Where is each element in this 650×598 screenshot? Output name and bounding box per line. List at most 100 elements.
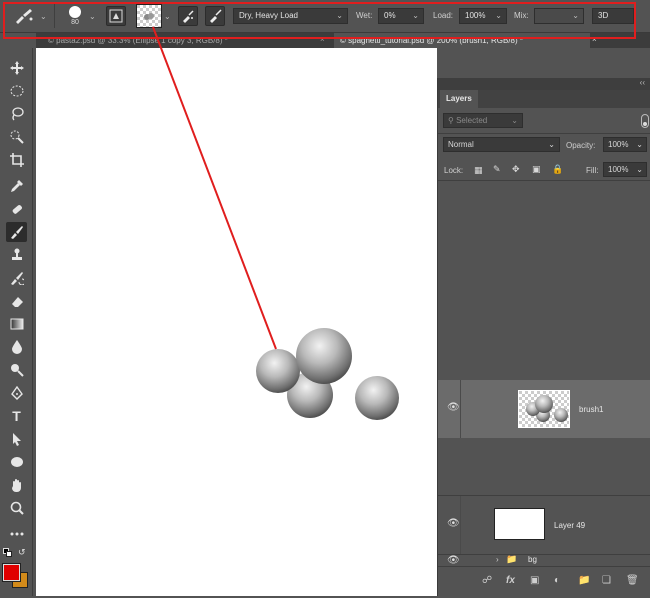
quick-selection-tool-icon[interactable] (6, 127, 27, 147)
layer-name-brush1: brush1 (579, 405, 604, 414)
current-brush-load-swatch[interactable] (136, 4, 162, 28)
move-tool-icon[interactable] (6, 58, 27, 78)
mixer-preset-value: Dry, Heavy Load (239, 11, 298, 20)
lock-artboard-icon[interactable]: ▣ (532, 164, 541, 175)
brush-panel-toggle-button[interactable] (106, 6, 126, 26)
lock-transparent-pixels-icon[interactable]: ▦ (474, 165, 483, 176)
layer-name-layer49: Layer 49 (554, 521, 586, 530)
tab-pasta2-label: © pasta2.psd @ 33.3% (Ellipse 1 copy 3, … (48, 36, 228, 45)
blend-mode-chevron-down-icon: ⌄ (548, 140, 555, 149)
mix-input: ⌄ (534, 8, 584, 24)
new-layer-icon[interactable]: ❏ (602, 575, 611, 586)
load-brush-after-stroke-button[interactable] (178, 6, 198, 26)
blur-tool-icon[interactable] (6, 337, 27, 357)
checkerboard-load-icon (137, 5, 161, 27)
lock-all-icon[interactable]: 🔒 (552, 164, 563, 175)
load-options-chevron-down-icon[interactable]: ⌄ (164, 12, 171, 21)
blend-mode-select[interactable]: Normal ⌄ (443, 137, 560, 152)
eraser-tool-icon[interactable] (6, 291, 27, 311)
brush-tip-icon (69, 6, 81, 18)
lock-image-pixels-icon[interactable]: ✎ (493, 164, 501, 175)
tab-spaghetti-tutorial[interactable]: © spaghetti_tutorial.psd @ 200% (brush1,… (334, 33, 590, 48)
type-tool-icon[interactable]: T (6, 406, 27, 426)
sphere-top (296, 328, 352, 384)
mixer-brush-tool-icon[interactable] (8, 6, 40, 26)
wet-input[interactable]: 0% ⌄ (378, 8, 424, 24)
layer-visibility-eye-icon[interactable]: 👁 (447, 555, 460, 566)
mixer-brush-tool-active-icon[interactable] (6, 222, 27, 242)
healing-brush-tool-icon[interactable] (6, 199, 27, 219)
hand-tool-icon[interactable] (6, 475, 27, 495)
fill-chevron-down-icon: ⌄ (636, 165, 643, 174)
new-group-icon[interactable]: 📁 (578, 575, 590, 586)
tab-spaghetti-close-icon[interactable]: × (592, 35, 597, 44)
wet-chevron-down-icon: ⌄ (412, 11, 419, 20)
opacity-input[interactable]: 100% ⌄ (603, 137, 647, 152)
load-label: Load: (433, 11, 454, 20)
layers-panel-header: ‹‹ (438, 78, 650, 90)
tab-layers[interactable]: Layers (440, 90, 478, 108)
layer-filter-select[interactable]: ⚲ Selected ⌄ (443, 113, 523, 128)
layer-row-bg-group[interactable]: 👁 › 📁 bg (438, 555, 650, 566)
brush-size-value: 80 (71, 19, 79, 26)
layer-row-brush1[interactable]: 👁 brush1 (438, 380, 650, 438)
collapse-panel-icon[interactable]: ‹‹ (640, 78, 645, 87)
clean-brush-icon (210, 9, 222, 23)
clean-brush-after-stroke-button[interactable] (205, 6, 225, 26)
zoom-tool-icon[interactable] (6, 498, 27, 518)
brush-panel-icon (109, 9, 123, 23)
brush-picker-chevron-down-icon[interactable]: ⌄ (89, 12, 96, 21)
load-brush-icon (183, 10, 194, 23)
sphere-right (355, 376, 399, 420)
lock-position-icon[interactable]: ✥ (512, 164, 520, 175)
layer-visibility-eye-icon[interactable]: 👁 (447, 518, 460, 529)
fx-layer-style-icon[interactable]: fx (506, 575, 515, 586)
load-input[interactable]: 100% ⌄ (459, 8, 507, 24)
add-mask-icon[interactable]: ▣ (530, 575, 539, 586)
adjustment-layer-icon[interactable]: ◐ (554, 575, 560, 586)
more-tools-icon[interactable] (6, 524, 27, 544)
sphere-left (256, 349, 300, 393)
gradient-tool-icon[interactable] (6, 314, 27, 334)
delete-layer-icon[interactable]: 🗑 (626, 575, 639, 586)
crop-tool-icon[interactable] (6, 150, 27, 170)
tab-pasta2[interactable]: © pasta2.psd @ 33.3% (Ellipse 1 copy 3, … (42, 33, 332, 48)
filter-placeholder: Selected (456, 116, 488, 125)
canvas-artwork (256, 328, 399, 420)
foreground-color-swatch[interactable] (2, 563, 21, 582)
fill-input[interactable]: 100% ⌄ (603, 162, 647, 177)
tool-preset-chevron-down-icon[interactable]: ⌄ (40, 12, 47, 21)
swap-colors-icon[interactable]: ↺ (18, 547, 26, 558)
layer-thumbnail-layer49 (494, 508, 545, 540)
mix-chevron-down-icon: ⌄ (572, 11, 579, 20)
opacity-value: 100% (608, 140, 629, 149)
filter-toggle-switch[interactable] (641, 114, 649, 128)
tab-pasta2-close-icon[interactable]: × (320, 35, 325, 44)
empty-layer-area (438, 438, 650, 496)
layers-panel: ‹‹ Layers ⚲ Selected ⌄ Normal ⌄ Opacity:… (437, 78, 650, 596)
lasso-tool-icon[interactable] (6, 104, 27, 124)
pen-tool-icon[interactable] (6, 383, 27, 403)
brush-size-picker[interactable]: 80 (62, 6, 88, 26)
elliptical-marquee-tool-icon[interactable] (6, 81, 27, 101)
layers-panel-footer: ☍ fx ▣ ◐ 📁 ❏ 🗑 (438, 566, 650, 596)
default-colors-icon[interactable] (3, 548, 12, 557)
3d-label: 3D (598, 11, 609, 20)
layer-row-layer49[interactable]: 👁 Layer 49 (438, 496, 650, 554)
history-brush-tool-icon[interactable] (6, 268, 27, 288)
layer-visibility-eye-icon[interactable]: 👁 (447, 402, 460, 413)
ellipse-tool-icon[interactable] (6, 452, 27, 472)
path-selection-tool-icon[interactable] (6, 429, 27, 449)
dodge-tool-icon[interactable] (6, 360, 27, 380)
group-expand-chevron-icon[interactable]: › (496, 555, 499, 564)
link-layers-icon[interactable]: ☍ (482, 575, 492, 586)
filter-search-icon: ⚲ (448, 116, 454, 125)
3d-workspace-select[interactable]: 3D (592, 8, 634, 24)
layer-name-bg: bg (528, 555, 537, 564)
document-canvas[interactable] (36, 48, 437, 596)
eyedropper-tool-icon[interactable] (6, 176, 27, 196)
clone-stamp-tool-icon[interactable] (6, 245, 27, 265)
options-bar: ⌄ 80 ⌄ ⌄ Dry, Heavy Load ⌄ Wet: 0% ⌄ Loa… (0, 0, 650, 33)
layer-thumbnail-brush1 (518, 390, 570, 428)
mixer-preset-select[interactable]: Dry, Heavy Load ⌄ (233, 8, 348, 24)
